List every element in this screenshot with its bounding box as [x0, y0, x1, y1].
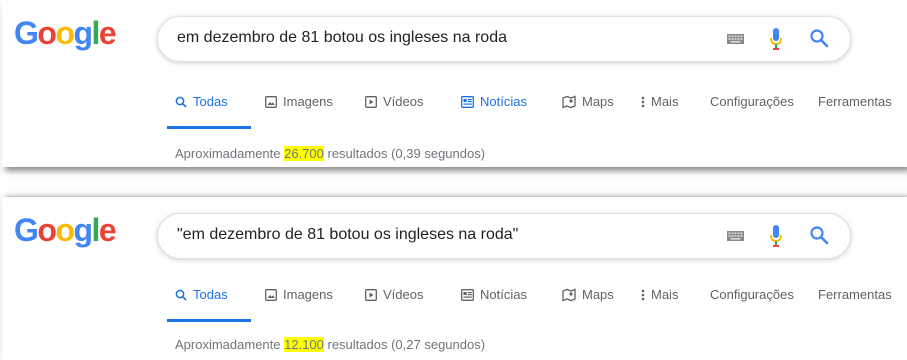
- tab-videos[interactable]: Vídeos: [365, 94, 423, 109]
- search-box[interactable]: "em dezembro de 81 botou os ingleses na …: [157, 213, 851, 259]
- tab-noticias[interactable]: Notícias: [461, 94, 527, 109]
- google-logo[interactable]: Google: [14, 17, 117, 49]
- stats-suffix: resultados (0,39 segundos): [323, 146, 486, 161]
- result-stats: Aproximadamente 26.700 resultados (0,39 …: [175, 146, 485, 161]
- search-input[interactable]: "em dezembro de 81 botou os ingleses na …: [177, 226, 518, 244]
- stats-prefix: Aproximadamente: [175, 146, 285, 161]
- google-logo[interactable]: Google: [14, 214, 117, 246]
- tab-configuracoes[interactable]: Configurações: [710, 287, 794, 302]
- search-results-header: Google "em dezembro de 81 botou os ingle…: [2, 197, 907, 360]
- tab-todas[interactable]: Todas: [175, 94, 228, 109]
- search-icon: [175, 96, 187, 108]
- search-results-header: Google em dezembro de 81 botou os ingles…: [2, 0, 907, 167]
- microphone-icon[interactable]: [769, 27, 783, 51]
- stats-prefix: Aproximadamente: [175, 337, 285, 352]
- video-icon: [365, 288, 377, 301]
- tab-imagens[interactable]: Imagens: [265, 94, 333, 109]
- tab-ferramentas[interactable]: Ferramentas: [818, 287, 892, 302]
- stats-suffix: resultados (0,27 segundos): [323, 337, 486, 352]
- tab-maps[interactable]: Maps: [562, 287, 614, 302]
- news-icon: [461, 95, 474, 108]
- search-input[interactable]: em dezembro de 81 botou os ingleses na r…: [177, 29, 507, 47]
- search-icon[interactable]: [809, 28, 829, 48]
- tab-imagens[interactable]: Imagens: [265, 287, 333, 302]
- microphone-icon[interactable]: [769, 224, 783, 248]
- tab-maps[interactable]: Maps: [562, 94, 614, 109]
- keyboard-icon[interactable]: [727, 231, 744, 241]
- map-icon: [562, 288, 576, 301]
- tab-todas[interactable]: Todas: [175, 287, 228, 302]
- active-tab-indicator: [167, 126, 251, 129]
- more-vert-icon: [641, 289, 645, 300]
- tab-mais[interactable]: Mais: [641, 94, 678, 109]
- image-icon: [265, 95, 277, 108]
- tab-ferramentas[interactable]: Ferramentas: [818, 94, 892, 109]
- tab-configuracoes[interactable]: Configurações: [710, 94, 794, 109]
- result-stats: Aproximadamente 12.100 resultados (0,27 …: [175, 337, 485, 352]
- video-icon: [365, 95, 377, 108]
- more-vert-icon: [641, 96, 645, 107]
- active-tab-indicator: [167, 319, 251, 322]
- tab-noticias[interactable]: Notícias: [461, 287, 527, 302]
- tab-mais[interactable]: Mais: [641, 287, 678, 302]
- news-icon: [461, 288, 474, 301]
- result-count: 12.100: [284, 337, 324, 352]
- search-icon[interactable]: [809, 225, 829, 245]
- search-icon: [175, 289, 187, 301]
- result-count: 26.700: [284, 146, 324, 161]
- keyboard-icon[interactable]: [727, 34, 744, 44]
- image-icon: [265, 288, 277, 301]
- tab-videos[interactable]: Vídeos: [365, 287, 423, 302]
- map-icon: [562, 95, 576, 108]
- search-box[interactable]: em dezembro de 81 botou os ingleses na r…: [157, 16, 851, 62]
